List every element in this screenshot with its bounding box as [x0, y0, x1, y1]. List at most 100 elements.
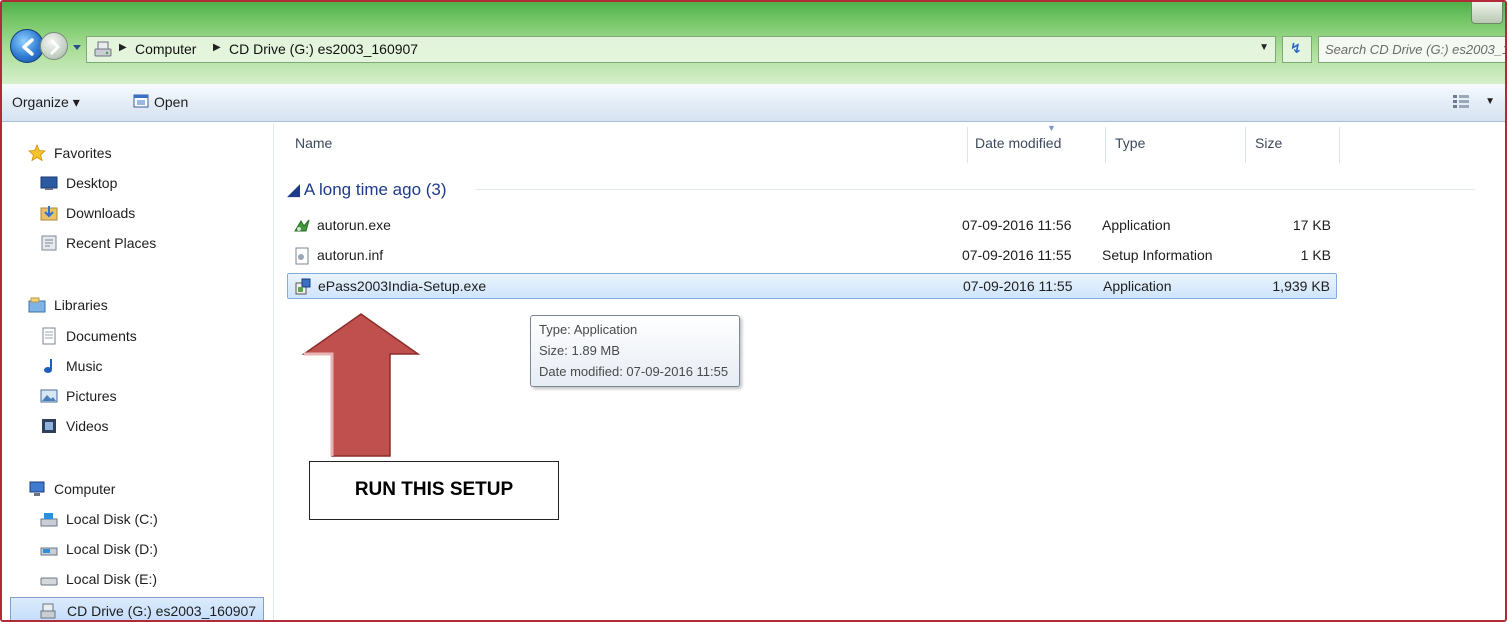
command-toolbar: Organize ▾ Open ▼: [2, 84, 1505, 122]
column-divider[interactable]: [1339, 127, 1340, 163]
tooltip-date: Date modified: 07-09-2016 11:55: [539, 364, 729, 379]
group-header[interactable]: ◢ A long time ago (3): [287, 180, 447, 200]
cd-drive-icon: [40, 603, 56, 619]
column-header-size[interactable]: Size: [1255, 135, 1282, 151]
file-row-autorun-inf[interactable]: autorun.inf 07-09-2016 11:55 Setup Infor…: [287, 243, 1337, 269]
sidebar-label: Music: [66, 358, 103, 374]
file-size: 1 KB: [1300, 247, 1331, 263]
computer-icon: [29, 481, 45, 496]
sidebar-item-desktop[interactable]: Desktop: [40, 173, 240, 195]
cd-drive-icon: [94, 41, 112, 57]
sidebar-item-local-disk-d[interactable]: Local Disk (D:): [40, 539, 240, 561]
window-control-button[interactable]: [1471, 2, 1503, 24]
column-header-date[interactable]: Date modified: [975, 135, 1061, 151]
address-dropdown-icon[interactable]: ▼: [1259, 42, 1269, 53]
file-name: autorun.exe: [317, 217, 391, 233]
file-list: ▼ Name Date modified Type Size ◢ A long …: [275, 123, 1505, 620]
recent-pages-dropdown-icon[interactable]: [72, 42, 82, 52]
tooltip-size: Size: 1.89 MB: [539, 343, 620, 358]
inf-icon: [295, 247, 309, 265]
sidebar-item-local-disk-e[interactable]: Local Disk (E:): [40, 569, 240, 591]
exe-icon: [294, 219, 310, 232]
file-type: Setup Information: [1102, 247, 1213, 263]
column-divider[interactable]: [1245, 127, 1246, 163]
group-divider: [475, 189, 1475, 190]
view-options-dropdown-icon[interactable]: ▼: [1485, 96, 1495, 107]
breadcrumb-separator-icon[interactable]: ▶: [213, 42, 221, 53]
setup-icon: [295, 278, 311, 295]
address-bar[interactable]: ▶ Computer ▶ CD Drive (G:) es2003_160907…: [86, 36, 1276, 63]
sidebar-label: Pictures: [66, 388, 117, 404]
libraries-icon: [28, 297, 46, 313]
sidebar-label: Favorites: [54, 145, 112, 161]
sidebar-label: CD Drive (G:) es2003_160907: [67, 603, 257, 619]
disk-icon: [40, 577, 58, 586]
sidebar-label: Videos: [66, 418, 109, 434]
music-icon: [44, 359, 52, 373]
navigation-pane: Favorites Desktop Downloads Recent Place…: [2, 123, 274, 620]
sidebar-item-videos[interactable]: Videos: [40, 416, 240, 438]
file-size: 17 KB: [1292, 217, 1331, 233]
sidebar-computer[interactable]: Computer: [28, 479, 228, 501]
column-header-type[interactable]: Type: [1115, 135, 1145, 151]
search-placeholder: Search CD Drive (G:) es2003_160907: [1325, 42, 1505, 57]
sidebar-label: Local Disk (C:): [66, 511, 158, 527]
file-type: Application: [1102, 217, 1171, 233]
annotation-callout: RUN THIS SETUP: [309, 461, 559, 520]
file-date: 07-09-2016 11:56: [962, 217, 1072, 233]
sidebar-item-music[interactable]: Music: [40, 356, 240, 378]
open-button[interactable]: Open: [154, 94, 188, 110]
disk-icon: [40, 547, 58, 556]
sidebar-label: Recent Places: [66, 235, 157, 251]
breadcrumb-cd-drive[interactable]: CD Drive (G:) es2003_160907: [229, 41, 418, 57]
back-button[interactable]: [10, 29, 44, 63]
breadcrumb-separator-icon[interactable]: ▶: [119, 42, 127, 53]
sidebar-label: Libraries: [54, 297, 108, 313]
sidebar-label: Documents: [66, 328, 137, 344]
recent-places-icon: [41, 235, 57, 251]
sidebar-item-downloads[interactable]: Downloads: [40, 203, 240, 225]
callout-text: RUN THIS SETUP: [354, 479, 514, 500]
breadcrumb-computer[interactable]: Computer: [135, 41, 196, 57]
column-divider[interactable]: [967, 127, 968, 163]
search-input[interactable]: Search CD Drive (G:) es2003_160907: [1318, 36, 1505, 63]
annotation-up-arrow: [301, 313, 421, 457]
file-row-autorun-exe[interactable]: autorun.exe 07-09-2016 11:56 Application…: [287, 213, 1337, 239]
sidebar-item-recent-places[interactable]: Recent Places: [40, 233, 240, 255]
file-date: 07-09-2016 11:55: [962, 247, 1072, 263]
forward-button[interactable]: [40, 32, 68, 60]
pictures-icon: [40, 389, 58, 403]
file-tooltip: Type: Application Size: 1.89 MB Date mod…: [530, 315, 740, 387]
sidebar-label: Local Disk (E:): [66, 571, 158, 587]
sidebar-item-pictures[interactable]: Pictures: [40, 386, 240, 408]
tooltip-type: Type: Application: [539, 322, 638, 337]
file-name: autorun.inf: [317, 247, 384, 263]
sidebar-libraries[interactable]: Libraries: [28, 295, 228, 317]
refresh-icon: ↯: [1290, 40, 1302, 56]
sidebar-favorites[interactable]: Favorites: [28, 143, 228, 165]
documents-icon: [42, 327, 56, 345]
group-label: A long time ago (3): [303, 180, 447, 199]
downloads-icon: [40, 206, 58, 221]
file-date: 07-09-2016 11:55: [963, 278, 1073, 294]
sidebar-label: Desktop: [66, 175, 118, 191]
file-row-epass-setup[interactable]: ePass2003India-Setup.exe 07-09-2016 11:5…: [287, 273, 1337, 299]
explorer-window: ▶ Computer ▶ CD Drive (G:) es2003_160907…: [0, 0, 1507, 622]
refresh-button[interactable]: ↯: [1282, 36, 1312, 63]
forward-arrow-icon: [50, 39, 60, 55]
file-type: Application: [1103, 278, 1172, 294]
sidebar-item-documents[interactable]: Documents: [40, 326, 240, 348]
file-size: 1,939 KB: [1272, 278, 1330, 294]
sort-indicator-icon: ▼: [1047, 123, 1056, 133]
sidebar-label: Computer: [54, 481, 116, 497]
organize-button[interactable]: Organize ▾: [12, 94, 80, 111]
sidebar-label: Local Disk (D:): [66, 541, 158, 557]
videos-icon: [42, 419, 56, 433]
file-name: ePass2003India-Setup.exe: [318, 278, 487, 294]
column-header-name[interactable]: Name: [295, 135, 332, 151]
sidebar-item-cd-drive[interactable]: CD Drive (G:) es2003_160907: [10, 597, 264, 620]
change-view-icon[interactable]: [1453, 95, 1469, 109]
column-divider[interactable]: [1105, 127, 1106, 163]
desktop-icon: [40, 176, 58, 190]
sidebar-item-local-disk-c[interactable]: Local Disk (C:): [40, 509, 240, 531]
